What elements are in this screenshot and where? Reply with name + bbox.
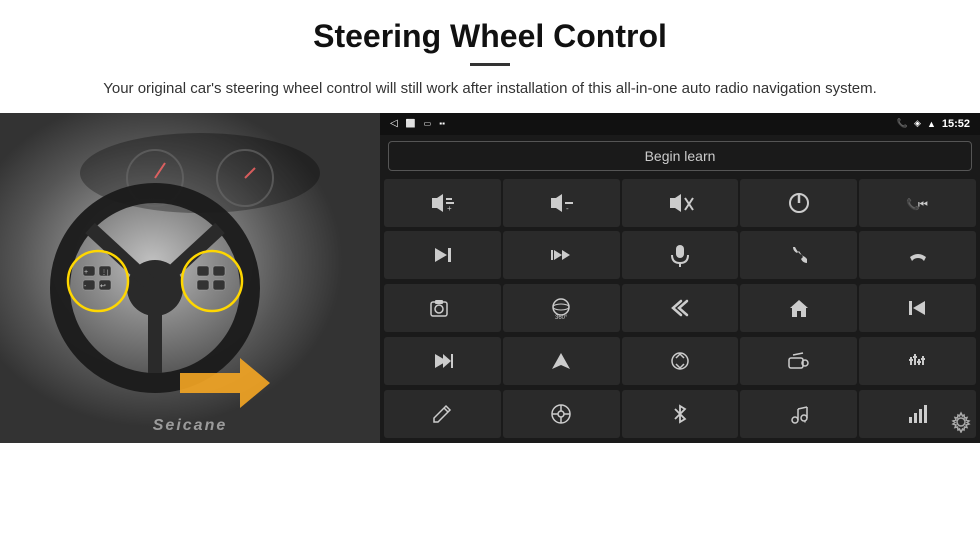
menu-button[interactable] bbox=[503, 390, 620, 438]
camera-button[interactable] bbox=[384, 284, 501, 332]
svg-text:⋮|: ⋮| bbox=[101, 270, 109, 276]
svg-text:↩: ↩ bbox=[100, 283, 106, 290]
phone-button[interactable] bbox=[740, 231, 857, 279]
nav-icons: ◁ ⬜ ▭ ▪▪ bbox=[390, 118, 445, 129]
settings-button[interactable] bbox=[950, 411, 972, 438]
wifi-icon: ▲ bbox=[927, 119, 936, 129]
mute-button[interactable] bbox=[622, 179, 739, 227]
recent-icon: ▭ bbox=[424, 119, 432, 128]
back-nav-button[interactable] bbox=[622, 284, 739, 332]
radio-button[interactable] bbox=[740, 337, 857, 385]
skip-next-button[interactable] bbox=[384, 337, 501, 385]
switch-button[interactable] bbox=[622, 337, 739, 385]
steering-wheel-svg: + ⋮| - ↩ bbox=[0, 113, 380, 443]
svg-text:⏮: ⏮ bbox=[918, 199, 928, 211]
svg-text:360°: 360° bbox=[555, 315, 568, 320]
header-section: Steering Wheel Control Your original car… bbox=[0, 0, 980, 113]
begin-learn-row: Begin learn bbox=[380, 135, 980, 177]
svg-text:+: + bbox=[447, 204, 452, 213]
svg-text:-: - bbox=[566, 204, 569, 213]
navigate-button[interactable] bbox=[503, 337, 620, 385]
call-prev-button[interactable]: 📞⏮ bbox=[859, 179, 976, 227]
subtitle-text: Your original car's steering wheel contr… bbox=[80, 78, 900, 101]
android-unit: ◁ ⬜ ▭ ▪▪ 📞 ◈ ▲ 15:52 Begin learn bbox=[380, 113, 980, 443]
eq-button[interactable] bbox=[859, 337, 976, 385]
hangup-button[interactable] bbox=[859, 231, 976, 279]
home-icon: ⬜ bbox=[406, 119, 416, 128]
controls-grid: + - 📞⏮ bbox=[380, 177, 980, 443]
360-camera-button[interactable]: 360° bbox=[503, 284, 620, 332]
page-wrapper: Steering Wheel Control Your original car… bbox=[0, 0, 980, 443]
vol-up-button[interactable]: + bbox=[384, 179, 501, 227]
phone-status-icon: 📞 bbox=[897, 118, 908, 129]
vol-down-button[interactable]: - bbox=[503, 179, 620, 227]
home-nav-button[interactable] bbox=[740, 284, 857, 332]
music-button[interactable]: * bbox=[740, 390, 857, 438]
sd-icon: ▪▪ bbox=[439, 119, 445, 128]
status-bar: ◁ ⬜ ▭ ▪▪ 📞 ◈ ▲ 15:52 bbox=[380, 113, 980, 135]
bluetooth-button[interactable] bbox=[622, 390, 739, 438]
page-title: Steering Wheel Control bbox=[60, 18, 920, 55]
steering-image: + ⋮| - ↩ Seicane bbox=[0, 113, 380, 443]
next-button[interactable] bbox=[384, 231, 501, 279]
steering-bg: + ⋮| - ↩ Seicane bbox=[0, 113, 380, 443]
svg-text:+: + bbox=[84, 269, 88, 276]
content-section: + ⋮| - ↩ Seicane bbox=[0, 113, 980, 443]
fast-forward-button[interactable] bbox=[503, 231, 620, 279]
edit-button[interactable] bbox=[384, 390, 501, 438]
seicane-brand: Seicane bbox=[153, 417, 227, 435]
rewind-button[interactable] bbox=[859, 284, 976, 332]
title-divider bbox=[470, 63, 510, 66]
svg-text:*: * bbox=[804, 421, 806, 425]
status-time: 15:52 bbox=[942, 118, 970, 130]
power-button[interactable] bbox=[740, 179, 857, 227]
status-right-icons: 📞 ◈ ▲ 15:52 bbox=[897, 118, 970, 130]
mic-button[interactable] bbox=[622, 231, 739, 279]
back-icon: ◁ bbox=[390, 118, 398, 129]
begin-learn-button[interactable]: Begin learn bbox=[388, 141, 972, 171]
location-icon: ◈ bbox=[914, 118, 921, 129]
